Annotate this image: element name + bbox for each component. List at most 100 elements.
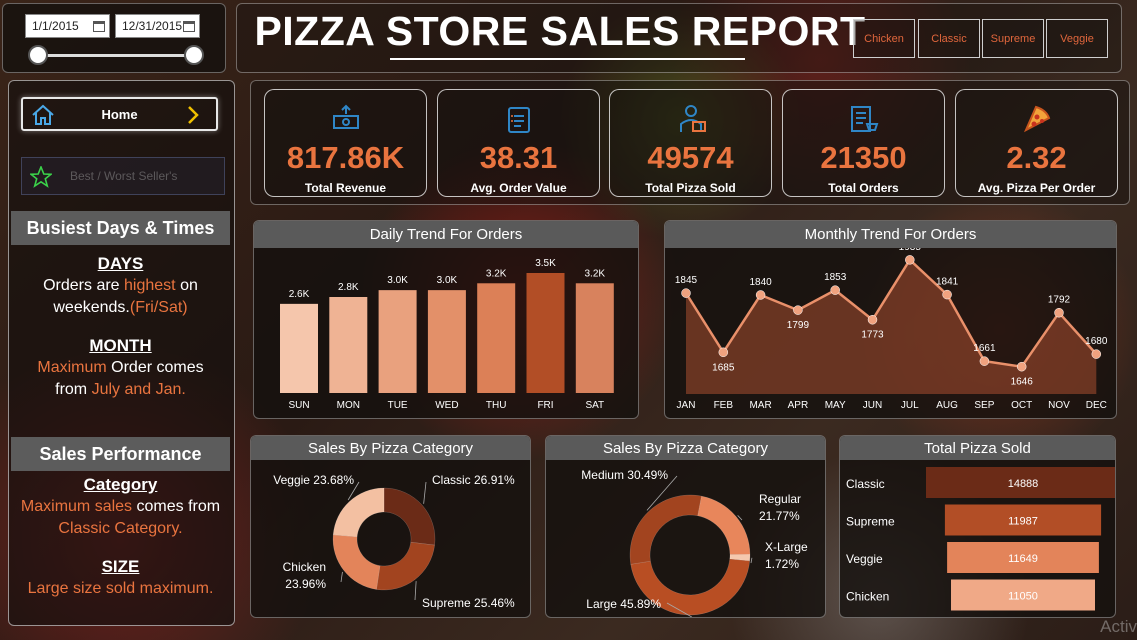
x-tick-label: TUE xyxy=(388,400,408,411)
month-line-2: from July and Jan. xyxy=(55,381,186,398)
slice-label: Regular xyxy=(759,492,801,506)
point-aug[interactable] xyxy=(942,289,952,300)
filter-button-chicken[interactable]: Chicken xyxy=(853,19,915,58)
days-line-1: Orders are highest on xyxy=(43,277,198,294)
x-tick-label: FEB xyxy=(714,400,734,411)
bar-sun[interactable] xyxy=(280,303,318,393)
point-feb[interactable] xyxy=(718,347,729,358)
x-tick-label: SAT xyxy=(585,400,604,411)
kpi-value: 2.32 xyxy=(1006,140,1067,175)
bar-data-label: 3.2K xyxy=(486,268,507,279)
point-data-label: 1799 xyxy=(787,320,810,331)
calendar-icon[interactable] xyxy=(183,21,195,32)
x-tick-label: SEP xyxy=(974,400,994,411)
bar-mon[interactable] xyxy=(329,297,368,393)
point-data-label: 1661 xyxy=(973,343,996,354)
slice-medium[interactable] xyxy=(629,494,702,565)
slice-label: 21.77% xyxy=(759,509,800,523)
point-dec[interactable] xyxy=(1091,349,1102,359)
calendar-icon[interactable] xyxy=(93,21,105,32)
slice-regular[interactable] xyxy=(697,495,751,555)
point-apr[interactable] xyxy=(793,305,803,315)
slice-label: Chicken xyxy=(283,560,326,574)
filter-button-veggie[interactable]: Veggie xyxy=(1046,19,1108,58)
point-data-label: 1840 xyxy=(749,277,772,288)
kpi-card-total-orders: 21350 Total Orders xyxy=(782,89,945,197)
performance-category-block: Category Maximum sales comes from Classi… xyxy=(11,474,230,540)
bar-data-label: 2.6K xyxy=(289,289,310,300)
bar-fri[interactable] xyxy=(526,273,565,393)
nav-best-worst-button[interactable]: Best / Worst Seller's xyxy=(21,157,225,195)
daily-trend-chart: Daily Trend For Orders 2.6K SUN 2.8K MON 3.0… xyxy=(253,220,639,419)
bar-sat[interactable] xyxy=(575,283,614,393)
busiest-month-block: MONTH Maximum Order comes from July and … xyxy=(11,335,230,401)
slice-label: Classic 26.91% xyxy=(432,473,515,487)
windows-activation-watermark: Activ xyxy=(1100,617,1137,636)
slice-supreme[interactable] xyxy=(376,541,435,591)
bar-tue[interactable] xyxy=(378,290,417,393)
bar-thu[interactable] xyxy=(477,283,516,393)
clipboard-icon xyxy=(507,107,530,133)
x-tick-label: AUG xyxy=(936,400,958,411)
slice-chicken[interactable] xyxy=(332,534,381,590)
date-slider-track[interactable] xyxy=(36,54,194,57)
point-may[interactable] xyxy=(830,285,840,295)
line-area xyxy=(686,259,1097,394)
nav-home-button[interactable]: Home xyxy=(21,97,218,131)
kpi-card-avg-pizza-per-order: 2.32 Avg. Pizza Per Order xyxy=(955,89,1118,197)
nav-home-label: Home xyxy=(101,106,138,122)
point-oct[interactable] xyxy=(1016,361,1027,372)
bar-data-label: 2.8K xyxy=(338,282,359,293)
monthly-line-plot: 1845 JAN 1685 FEB 1840 MAR 1799 APR 1853 MAY 1773 J… xyxy=(675,248,1108,411)
slice-veggie[interactable] xyxy=(332,487,385,538)
point-data-label: 1935 xyxy=(899,248,922,253)
point-sep[interactable] xyxy=(979,356,990,366)
point-nov[interactable] xyxy=(1054,307,1064,318)
category-line-1: Maximum sales comes from xyxy=(20,498,221,515)
kpi-label: Total Pizza Sold xyxy=(645,181,736,195)
leader-line xyxy=(414,581,417,601)
bar-wed[interactable] xyxy=(427,290,466,393)
x-tick-label: MON xyxy=(337,400,360,411)
start-date-value: 1/1/2015 xyxy=(32,19,79,33)
end-date-input[interactable]: 12/31/2015 xyxy=(115,14,200,38)
start-date-input[interactable]: 1/1/2015 xyxy=(25,14,110,38)
pizza-slice-icon xyxy=(1023,105,1050,133)
point-mar[interactable] xyxy=(755,290,766,300)
kpi-value: 21350 xyxy=(820,140,907,175)
monthly-trend-chart: Monthly Trend For Orders 1845 JAN 1685 FEB 1… xyxy=(664,220,1117,419)
x-tick-label: JAN xyxy=(677,400,696,411)
month-line-1: Maximum Order comes xyxy=(37,359,204,376)
point-data-label: 1853 xyxy=(824,272,847,283)
bar-data-label: 3.0K xyxy=(437,275,458,286)
delivery-icon xyxy=(679,105,706,132)
x-tick-label: OCT xyxy=(1011,400,1032,411)
kpi-value: 817.86K xyxy=(286,140,405,175)
point-jun[interactable] xyxy=(867,314,878,325)
date-slider-end-handle[interactable] xyxy=(184,45,204,65)
daily-bar-plot: 2.6K SUN 2.8K MON 3.0K TUE 3.0K WED 3.2K THU 3.5K F… xyxy=(280,258,614,411)
leader-line xyxy=(340,571,343,583)
kpi-value: 49574 xyxy=(647,140,734,175)
filter-button-classic[interactable]: Classic xyxy=(918,19,980,58)
date-slider-start-handle[interactable] xyxy=(28,45,48,65)
busiest-days-block: DAYS Orders are highest on weekends.(Fri… xyxy=(11,253,230,319)
point-data-label: 1845 xyxy=(675,275,698,286)
slice-label: 1.72% xyxy=(765,557,799,571)
category-line-2: Classic Category. xyxy=(58,520,183,537)
chart-title: Sales By Pizza Category xyxy=(546,436,825,460)
slice-label: Supreme 25.46% xyxy=(422,596,515,610)
bar-data-label: 3.5K xyxy=(535,258,556,269)
category-label: Veggie xyxy=(846,552,883,566)
slice-classic[interactable] xyxy=(383,487,436,546)
filter-button-supreme[interactable]: Supreme xyxy=(982,19,1044,58)
size-donut-plot: Regular 21.77% X-Large 1.72% Large 45.89% Med… xyxy=(581,468,808,617)
x-tick-label: MAY xyxy=(825,400,846,411)
title-underline xyxy=(390,58,745,60)
point-jul[interactable] xyxy=(905,255,915,265)
point-data-label: 1680 xyxy=(1085,336,1108,347)
point-data-label: 1646 xyxy=(1011,377,1034,388)
x-tick-label: JUL xyxy=(901,400,919,411)
point-jan[interactable] xyxy=(681,288,691,298)
days-line-2: weekends.(Fri/Sat) xyxy=(53,299,188,316)
